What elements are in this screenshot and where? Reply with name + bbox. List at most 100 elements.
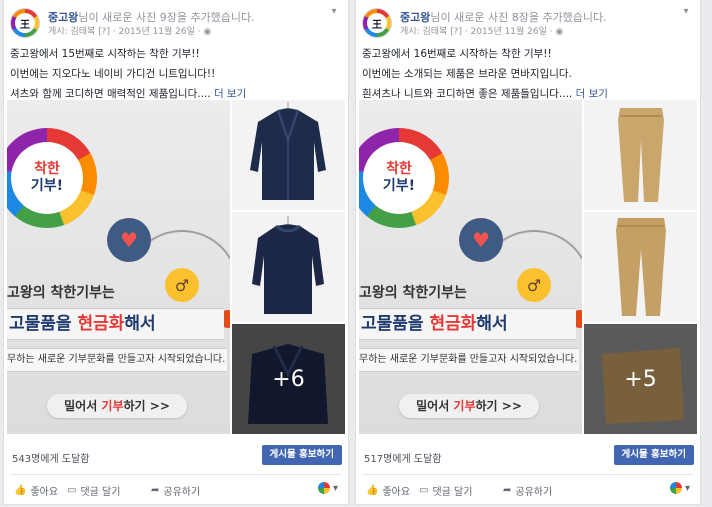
comment-icon: ▭ — [67, 485, 77, 496]
banner-subheadline: 고물품을 현금화해서 — [7, 308, 224, 340]
page-avatar[interactable]: 王 — [10, 8, 40, 38]
page-name-link[interactable]: 중고왕 — [48, 11, 78, 24]
pants-image — [618, 108, 664, 202]
banner-text: 고물품을 — [9, 314, 78, 334]
post-body-text: 셔츠와 함께 코디하면 매력적인 제품입니다.... — [10, 88, 211, 100]
post-options-chevron-down-icon[interactable]: ▾ — [328, 6, 340, 18]
banner-text: 하기 >> — [475, 399, 522, 413]
post-actions: 👍 좋아요 ▭ 댓글 달기 ➦ 공유하기 ▾ — [356, 480, 700, 500]
post-meta: 게시: 김태복 [?] · 2015년 11월 26일 · ◉ — [48, 27, 212, 37]
photo-thumb-more[interactable]: +6 — [232, 324, 345, 434]
post-body-line: 중고왕에서 16번째로 시작하는 착한 기부!! — [362, 48, 552, 60]
divider — [10, 474, 342, 475]
banner-photo[interactable]: 착한 기부! ♥ ♂ 고왕의 착한기부는 고물품을 현금화해서 무하는 새로운 … — [7, 100, 230, 434]
banner-highlight: 기부 — [453, 399, 476, 413]
slogan-text: 기부! — [382, 178, 416, 194]
photo-thumb-more[interactable]: +5 — [584, 324, 697, 434]
thumbs-up-icon: 👍 — [366, 485, 379, 496]
avatar-logo-text: 王 — [367, 13, 387, 33]
thumbs-up-icon: 👍 — [14, 485, 27, 496]
share-label: 공유하기 — [163, 487, 201, 498]
comment-button[interactable]: ▭ 댓글 달기 — [67, 483, 120, 498]
slogan-text: 기부! — [30, 178, 64, 194]
logo-ring-inner: 착한 기부! — [363, 142, 435, 214]
bicycle-icon: ♂ — [165, 268, 199, 302]
post-header: 중고왕님이 새로운 사진 9장을 추가했습니다. — [48, 9, 255, 25]
banner-subheadline: 고물품을 현금화해서 — [359, 308, 576, 340]
post-body-line: 이번에는 소개되는 제품은 브라운 면바지입니다. — [362, 68, 572, 80]
banner-text: 밀어서 — [416, 399, 454, 413]
logo-ring-inner: 착한 기부! — [11, 142, 83, 214]
slogan-text: 착한 — [34, 161, 60, 177]
post-card: ▾ 王 중고왕님이 새로운 사진 9장을 추가했습니다. 게시: 김태복 [?]… — [3, 0, 349, 505]
slogan-text: 착한 — [386, 161, 412, 177]
audience-selector[interactable]: ▾ — [669, 482, 690, 494]
banner-photo[interactable]: 착한 기부! ♥ ♂ 고왕의 착한기부는 고물품을 현금화해서 무하는 새로운 … — [359, 100, 582, 434]
reach-row: 543명에게 도달함 게시물 홍보하기 — [4, 445, 348, 469]
like-label: 좋아요 — [382, 487, 411, 498]
banner-cta: 밀어서 기부하기 >> — [47, 394, 187, 418]
banner-text: 해서 — [124, 314, 156, 334]
page-avatar[interactable]: 王 — [362, 8, 392, 38]
post-header: 중고왕님이 새로운 사진 8장을 추가했습니다. — [400, 9, 607, 25]
more-photos-count: +6 — [232, 324, 345, 434]
cardigan-image — [250, 102, 326, 200]
share-icon: ➦ — [503, 485, 512, 496]
see-more-link[interactable]: 더 보기 — [214, 88, 246, 100]
post-card: ▾ 王 중고왕님이 새로운 사진 8장을 추가했습니다. 게시: 김태복 [?]… — [355, 0, 701, 505]
photo-grid: 착한 기부! ♥ ♂ 고왕의 착한기부는 고물품을 현금화해서 무하는 새로운 … — [7, 100, 345, 434]
boost-post-button[interactable]: 게시물 홍보하기 — [261, 445, 342, 465]
see-more-link[interactable]: 더 보기 — [576, 88, 608, 100]
divider — [362, 474, 694, 475]
boost-post-button[interactable]: 게시물 홍보하기 — [613, 445, 694, 465]
page-name-link[interactable]: 중고왕 — [400, 11, 430, 24]
banner-caption: 무하는 새로운 기부문화를 만들고자 시작되었습니다. — [7, 348, 227, 372]
heart-hands-icon: ♥ — [459, 218, 503, 262]
banner-cta: 밀어서 기부하기 >> — [399, 394, 539, 418]
post-body-line: 중고왕에서 15번째로 시작하는 착한 기부!! — [10, 48, 200, 60]
comment-button[interactable]: ▭ 댓글 달기 — [419, 483, 472, 498]
banner-highlight: 기부 — [101, 399, 124, 413]
avatar-logo-text: 王 — [15, 13, 35, 33]
reach-count[interactable]: 517명에게 도달함 — [364, 450, 441, 465]
banner-headline: 고왕의 착한기부는 — [359, 285, 467, 301]
banner-text: 밀어서 — [64, 399, 102, 413]
chevron-down-icon: ▾ — [332, 482, 338, 494]
audience-selector[interactable]: ▾ — [317, 482, 338, 494]
comment-label: 댓글 달기 — [432, 487, 473, 498]
bicycle-icon: ♂ — [517, 268, 551, 302]
more-photos-count: +5 — [584, 324, 697, 434]
post-body: 중고왕에서 15번째로 시작하는 착한 기부!! 이번에는 지오다노 네이비 가… — [10, 44, 342, 104]
share-icon: ➦ — [151, 485, 160, 496]
banner-text: 하기 >> — [123, 399, 170, 413]
like-label: 좋아요 — [30, 487, 59, 498]
photo-thumb-cardigan-back[interactable] — [232, 212, 345, 322]
cardigan-image — [252, 216, 324, 314]
share-button[interactable]: ➦ 공유하기 — [503, 483, 552, 498]
photo-thumb-pants[interactable] — [584, 100, 697, 210]
banner-highlight: 현금화 — [77, 314, 125, 334]
photo-thumb-pants-back[interactable] — [584, 212, 697, 322]
reach-count[interactable]: 543명에게 도달함 — [12, 450, 89, 465]
like-button[interactable]: 👍 좋아요 — [14, 483, 58, 498]
banner-headline: 고왕의 착한기부는 — [7, 285, 115, 301]
post-action-text: 님이 새로운 사진 9장을 추가했습니다. — [78, 11, 255, 24]
banner-caption: 무하는 새로운 기부문화를 만들고자 시작되었습니다. — [359, 348, 579, 372]
globe-icon — [317, 482, 330, 494]
share-button[interactable]: ➦ 공유하기 — [151, 483, 200, 498]
comment-icon: ▭ — [419, 485, 429, 496]
banner-highlight: 현금화 — [429, 314, 477, 334]
comment-label: 댓글 달기 — [80, 487, 121, 498]
heart-hands-icon: ♥ — [107, 218, 151, 262]
post-actions: 👍 좋아요 ▭ 댓글 달기 ➦ 공유하기 ▾ — [4, 480, 348, 500]
post-action-text: 님이 새로운 사진 8장을 추가했습니다. — [430, 11, 607, 24]
post-options-chevron-down-icon[interactable]: ▾ — [680, 6, 692, 18]
reach-row: 517명에게 도달함 게시물 홍보하기 — [356, 445, 700, 469]
share-label: 공유하기 — [515, 487, 553, 498]
photo-thumb-cardigan[interactable] — [232, 100, 345, 210]
post-meta: 게시: 김태복 [?] · 2015년 11월 26일 · ◉ — [400, 27, 564, 37]
photo-grid: 착한 기부! ♥ ♂ 고왕의 착한기부는 고물품을 현금화해서 무하는 새로운 … — [359, 100, 697, 434]
post-body-line: 이번에는 지오다노 네이비 가디건 니트입니다!! — [10, 68, 216, 80]
globe-icon — [669, 482, 682, 494]
like-button[interactable]: 👍 좋아요 — [366, 483, 410, 498]
